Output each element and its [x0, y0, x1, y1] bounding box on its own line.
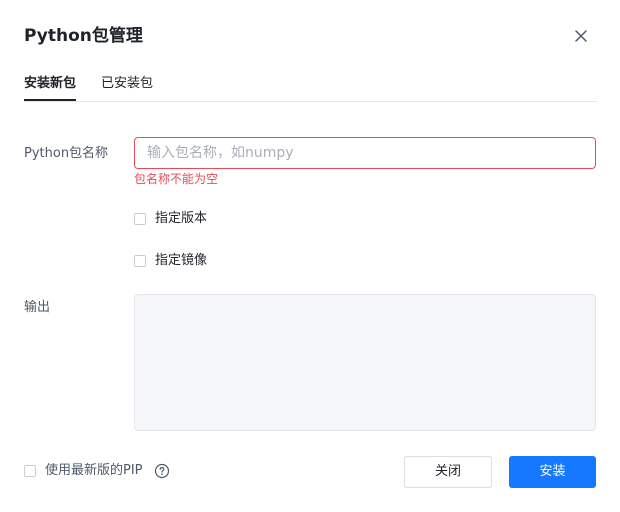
specify-version-checkbox[interactable] — [134, 213, 146, 225]
specify-version-option[interactable]: 指定版本 — [134, 209, 207, 229]
tab-install-new[interactable]: 安装新包 — [24, 74, 77, 101]
python-package-manager-dialog: Python包管理 安装新包 已安装包 Python包名称 包名称不能为空 指定… — [0, 0, 620, 512]
latest-pip-label: 使用最新版的PIP — [45, 463, 143, 478]
specify-mirror-checkbox[interactable] — [134, 255, 146, 267]
package-name-label: Python包名称 — [24, 146, 109, 161]
tab-installed-label: 已安装包 — [101, 76, 154, 91]
package-name-error: 包名称不能为空 — [134, 172, 219, 186]
tab-bar: 安装新包 已安装包 — [24, 74, 597, 102]
latest-pip-checkbox[interactable] — [24, 465, 36, 477]
latest-pip-option[interactable]: 使用最新版的PIP — [24, 461, 170, 481]
package-name-input[interactable] — [134, 137, 596, 169]
dialog-title: Python包管理 — [24, 26, 143, 46]
close-button[interactable]: 关闭 — [404, 456, 492, 488]
output-textarea[interactable] — [134, 294, 596, 431]
active-tab-indicator — [24, 99, 77, 101]
specify-version-label: 指定版本 — [155, 211, 208, 226]
output-label: 输出 — [24, 300, 51, 315]
install-button[interactable]: 安装 — [509, 456, 596, 488]
close-icon[interactable] — [570, 25, 592, 47]
help-circle-icon[interactable] — [154, 463, 170, 479]
specify-mirror-option[interactable]: 指定镜像 — [134, 251, 207, 271]
specify-mirror-label: 指定镜像 — [155, 253, 208, 268]
tab-install-new-label: 安装新包 — [24, 76, 77, 91]
tab-installed[interactable]: 已安装包 — [101, 74, 153, 94]
